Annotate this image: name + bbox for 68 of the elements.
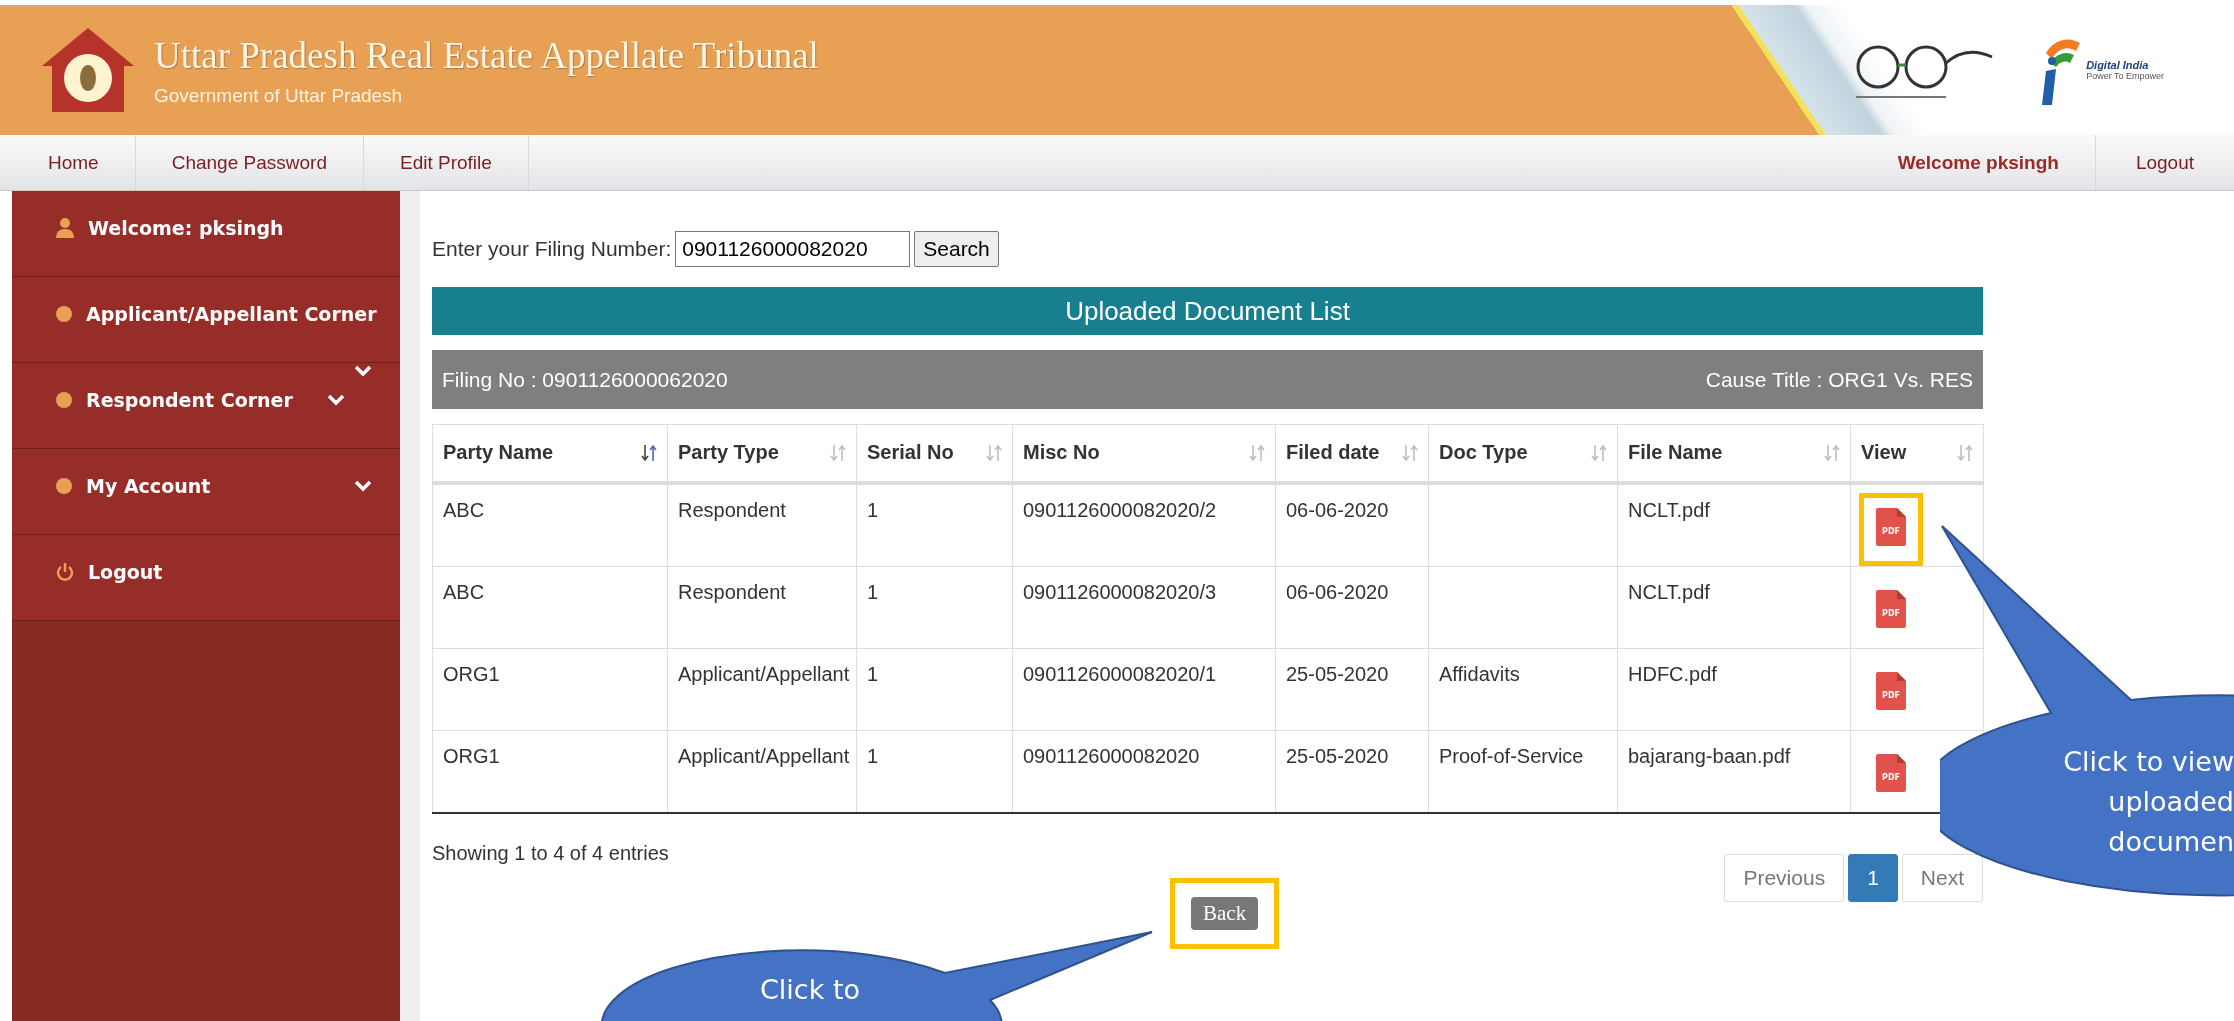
pdf-file-icon[interactable]: PDF bbox=[1876, 507, 1906, 546]
search-button[interactable]: Search bbox=[914, 231, 999, 267]
pagination-button[interactable]: Next bbox=[1901, 853, 1983, 902]
pdf-file-icon[interactable]: PDF bbox=[1876, 671, 1906, 710]
sidebar-item[interactable]: Welcome: pksingh bbox=[12, 191, 400, 277]
chevron-down-icon bbox=[354, 365, 372, 377]
table-cell: Respondent bbox=[667, 482, 857, 566]
column-header[interactable]: View bbox=[1850, 424, 1984, 483]
table-cell: Affidavits bbox=[1428, 648, 1618, 730]
logo-tagline: Power To Empower bbox=[2086, 71, 2164, 81]
nav-link[interactable]: Edit Profile bbox=[363, 135, 529, 190]
table-cell: NCLT.pdf bbox=[1617, 482, 1851, 566]
bullet-icon bbox=[56, 305, 72, 322]
sidebar-item[interactable]: Logout bbox=[12, 535, 400, 621]
column-header[interactable]: Doc Type bbox=[1428, 424, 1618, 483]
column-header[interactable]: File Name bbox=[1617, 424, 1851, 483]
column-header[interactable]: Party Name bbox=[432, 424, 668, 483]
sidebar-item[interactable]: My Account bbox=[12, 449, 400, 535]
pdf-file-icon[interactable]: PDF bbox=[1876, 589, 1906, 628]
power-icon bbox=[56, 561, 74, 582]
emblem-logo-icon bbox=[40, 26, 136, 114]
table-cell: Respondent bbox=[667, 566, 857, 648]
table-cell: 06-06-2020 bbox=[1275, 566, 1429, 648]
table-cell: 0901126000082020/2 bbox=[1012, 482, 1276, 566]
table-cell: 0901126000082020/1 bbox=[1012, 648, 1276, 730]
table-cell: 06-06-2020 bbox=[1275, 482, 1429, 566]
pagination-button[interactable]: 1 bbox=[1848, 853, 1898, 902]
sidebar-item[interactable]: Respondent Corner bbox=[12, 363, 400, 449]
table-cell: ABC bbox=[432, 482, 668, 566]
logout-link[interactable]: Logout bbox=[2095, 135, 2234, 190]
table-cell: 0901126000082020/3 bbox=[1012, 566, 1276, 648]
list-title-bar: Uploaded Document List bbox=[432, 287, 1983, 335]
table-cell: NCLT.pdf bbox=[1617, 566, 1851, 648]
welcome-link[interactable]: Welcome pksingh bbox=[1861, 135, 2096, 190]
user-icon bbox=[56, 217, 74, 238]
table-cell: 25-05-2020 bbox=[1275, 648, 1429, 730]
pdf-file-icon[interactable]: PDF bbox=[1876, 753, 1906, 792]
table-cell: ORG1 bbox=[432, 730, 668, 813]
filing-number-field[interactable]: 0901126000082020 bbox=[675, 231, 911, 267]
column-header[interactable]: Filed date bbox=[1275, 424, 1429, 483]
table-cell: ABC bbox=[432, 566, 668, 648]
table-cell: 1 bbox=[856, 482, 1013, 566]
table-cell: 1 bbox=[856, 566, 1013, 648]
callout-text: Click to view uploaded documen bbox=[2063, 745, 2234, 859]
cause-title-text: Cause Title : ORG1 Vs. RES bbox=[1705, 367, 1973, 392]
column-header[interactable]: Misc No bbox=[1012, 424, 1276, 483]
logo-name: Digital India bbox=[2086, 59, 2150, 71]
chevron-down-icon bbox=[354, 479, 372, 492]
bullet-icon bbox=[56, 477, 72, 494]
table-cell: HDFC.pdf bbox=[1617, 648, 1851, 730]
table-cell: 1 bbox=[856, 648, 1013, 730]
site-subtitle: Government of Uttar Pradesh bbox=[154, 84, 404, 107]
nav-link[interactable]: Change Password bbox=[135, 135, 364, 190]
table-cell: ORG1 bbox=[432, 648, 668, 730]
site-title: Uttar Pradesh Real Estate Appellate Tribunal bbox=[154, 33, 819, 77]
filing-number-text: Filing No : 0901126000062020 bbox=[442, 367, 728, 392]
sidebar-item[interactable]: Applicant/Appellant Corner bbox=[12, 277, 400, 363]
back-button[interactable]: Back bbox=[1191, 896, 1259, 930]
filing-number-label: Enter your Filing Number: bbox=[432, 237, 672, 261]
callout-text: Click to bbox=[760, 973, 861, 1007]
table-cell: Applicant/Appellant bbox=[667, 648, 857, 730]
pagination-button[interactable]: Previous bbox=[1724, 853, 1845, 902]
entries-summary: Showing 1 to 4 of 4 entries bbox=[432, 841, 669, 865]
bullet-icon bbox=[56, 391, 72, 408]
column-header[interactable]: Party Type bbox=[667, 424, 857, 483]
nav-link[interactable]: Home bbox=[12, 135, 136, 190]
column-header[interactable]: Serial No bbox=[856, 424, 1013, 483]
chevron-down-icon bbox=[326, 393, 345, 406]
